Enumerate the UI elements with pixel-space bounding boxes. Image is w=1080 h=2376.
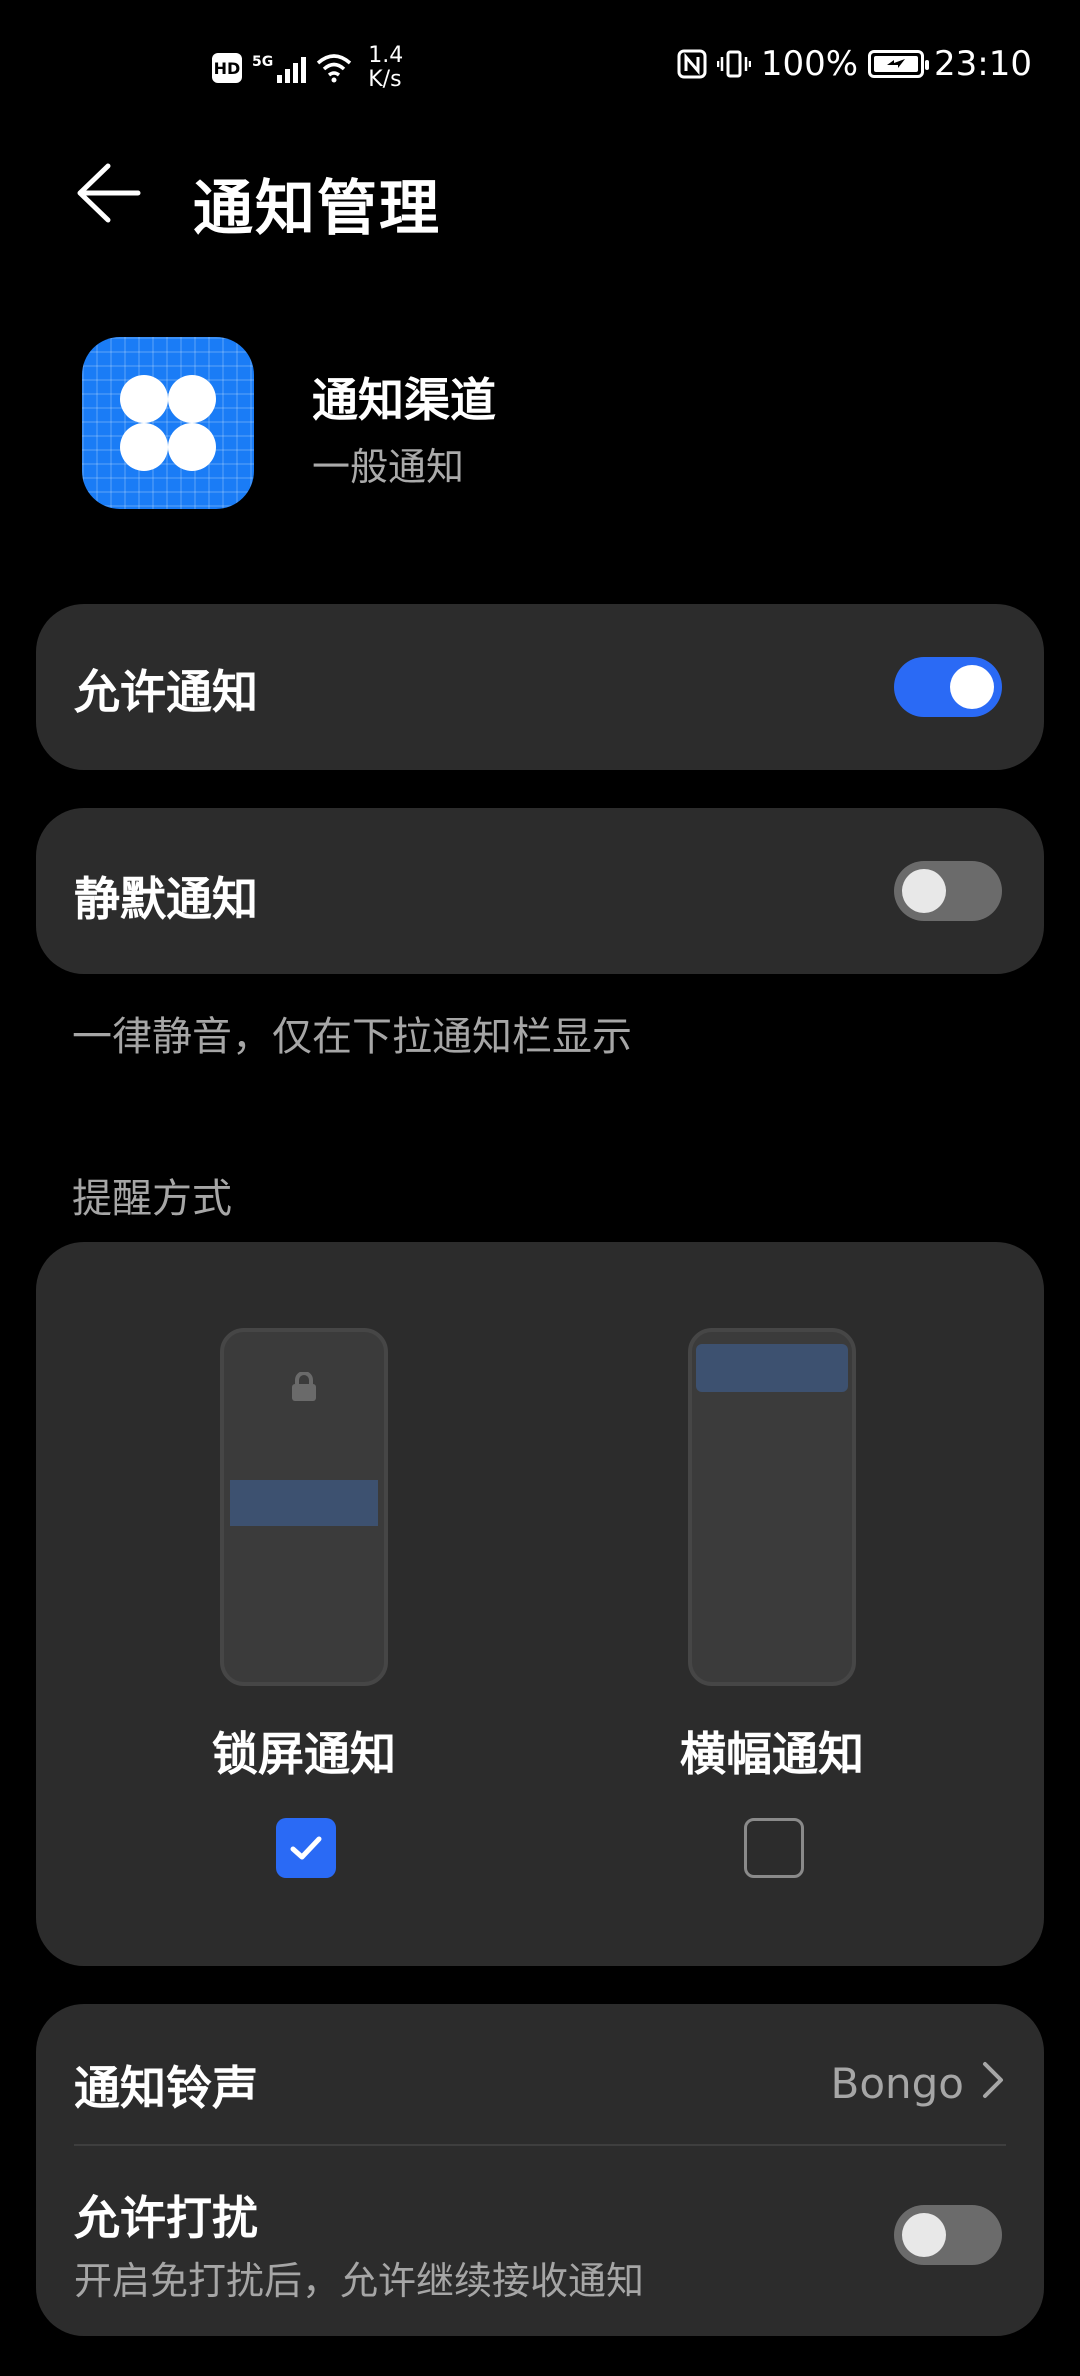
- app-icon: [82, 337, 254, 509]
- checkmark-icon: [290, 1836, 322, 1860]
- app-name: 通知渠道: [312, 373, 496, 427]
- notification-banner-preview: [230, 1480, 378, 1526]
- network-type: 5G: [252, 54, 274, 70]
- speed-unit: K/s: [368, 67, 402, 92]
- sound-value[interactable]: Bongo: [831, 2059, 965, 2108]
- chevron-right-icon[interactable]: [980, 2060, 1006, 2100]
- dnd-toggle[interactable]: [894, 2205, 1002, 2265]
- channel-name: 一般通知: [312, 445, 465, 489]
- allow-notifications-toggle[interactable]: [894, 657, 1002, 717]
- reminder-card: 锁屏通知 横幅通知: [36, 1242, 1044, 1966]
- app-icon-petal: [168, 375, 216, 423]
- nfc-icon: [677, 49, 707, 79]
- network-speed: 1.4 K/s: [368, 44, 403, 92]
- silent-notifications-label: 静默通知: [74, 872, 258, 926]
- banner-label: 横幅通知: [680, 1727, 864, 1781]
- section-title-reminder: 提醒方式: [72, 1176, 232, 1222]
- toggle-knob: [950, 665, 994, 709]
- lockscreen-preview[interactable]: [220, 1328, 388, 1686]
- silent-notifications-card[interactable]: 静默通知: [36, 808, 1044, 974]
- notification-banner-preview: [696, 1344, 848, 1392]
- banner-checkbox[interactable]: [744, 1818, 804, 1878]
- banner-preview[interactable]: [688, 1328, 856, 1686]
- silent-note: 一律静音，仅在下拉通知栏显示: [72, 1014, 632, 1060]
- app-icon-petal: [120, 423, 168, 471]
- lockscreen-label: 锁屏通知: [212, 1727, 396, 1781]
- signal-icon: [277, 53, 307, 83]
- lockscreen-checkbox[interactable]: [276, 1818, 336, 1878]
- allow-notifications-label: 允许通知: [74, 665, 258, 719]
- back-arrow-icon[interactable]: [72, 158, 142, 228]
- silent-notifications-toggle[interactable]: [894, 861, 1002, 921]
- hd-icon: HD: [212, 53, 242, 83]
- vibrate-icon: [716, 50, 751, 78]
- toggle-knob: [902, 869, 946, 913]
- battery-percent: 100%: [760, 44, 859, 84]
- app-icon-petal: [168, 423, 216, 471]
- app-icon-petal: [120, 375, 168, 423]
- allow-notifications-card[interactable]: 允许通知: [36, 604, 1044, 770]
- lock-icon: [292, 1372, 316, 1401]
- wifi-icon: [317, 54, 352, 83]
- battery-icon: [868, 50, 930, 78]
- toggle-knob: [902, 2213, 946, 2257]
- dnd-description: 开启免打扰后，允许继续接收通知: [74, 2259, 645, 2303]
- status-bar: HD 5G 1.4 K/s 100% 23:10: [0, 0, 1080, 140]
- clock: 23:10: [934, 44, 1032, 84]
- speed-value: 1.4: [368, 43, 404, 68]
- status-right: 100% 23:10: [677, 44, 1032, 84]
- sound-label[interactable]: 通知铃声: [74, 2052, 258, 2118]
- status-left: HD 5G 1.4 K/s: [212, 44, 403, 92]
- divider: [74, 2144, 1006, 2146]
- page-title: 通知管理: [193, 174, 441, 244]
- dnd-label: 允许打扰: [74, 2191, 258, 2245]
- sound-dnd-card: 通知铃声 Bongo 允许打扰 开启免打扰后，允许继续接收通知: [36, 2004, 1044, 2336]
